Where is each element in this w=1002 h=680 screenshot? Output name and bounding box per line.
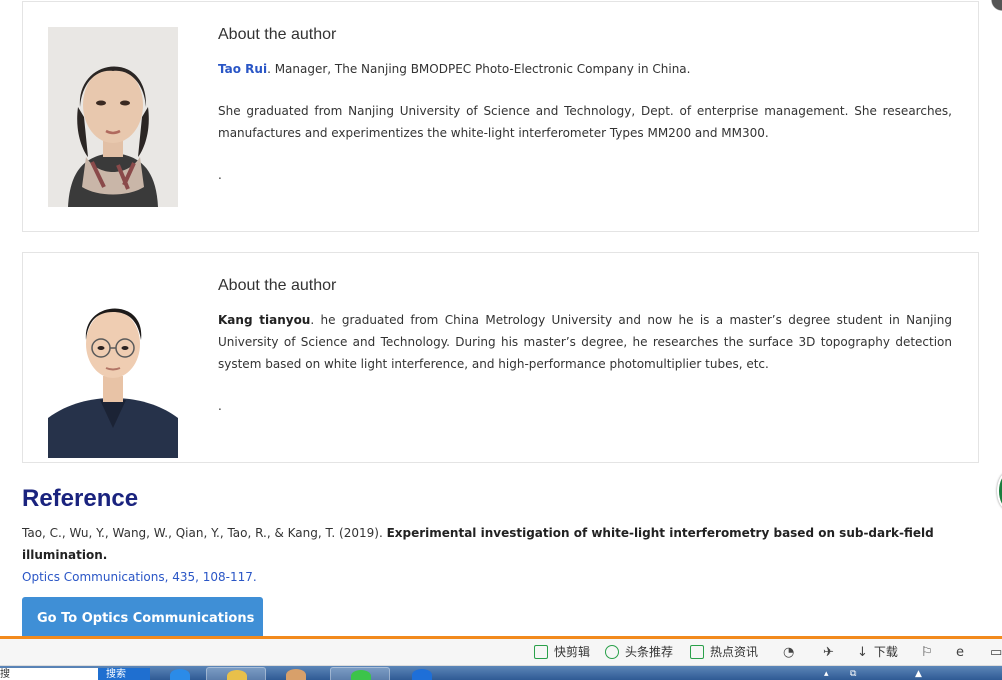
section-title: About the author xyxy=(218,277,337,294)
taskbar-search-input[interactable]: 搜 xyxy=(0,668,98,680)
ie-taskbar-icon[interactable] xyxy=(150,667,210,680)
author-portrait-image xyxy=(48,278,178,458)
go-to-journal-button[interactable]: Go To Optics Communications xyxy=(22,597,263,636)
author-bio: She graduated from Nanjing University of… xyxy=(218,104,952,140)
news-icon xyxy=(690,645,704,659)
reference-heading: Reference xyxy=(22,485,139,512)
tray-window-icon[interactable]: ⧉ xyxy=(850,669,856,679)
author-card-kang-tianyou: About the author Kang tianyou. he gradua… xyxy=(22,252,979,463)
status-item-news[interactable]: 热点资讯 xyxy=(690,643,758,661)
window-icon[interactable]: ▭ xyxy=(990,643,1002,661)
flag-icon[interactable]: ⚐ xyxy=(921,643,939,661)
pin-icon[interactable]: ✈ xyxy=(823,643,840,661)
status-item-download[interactable]: ↓ 下载 xyxy=(857,643,898,661)
author-photo xyxy=(48,278,178,458)
citation-authors: Tao, C., Wu, Y., Wang, W., Qian, Y., Tao… xyxy=(22,526,387,540)
status-item-kuaijianji[interactable]: 快剪辑 xyxy=(534,643,590,661)
download-icon: ↓ xyxy=(857,645,868,660)
status-item-toutiao[interactable]: 头条推荐 xyxy=(605,643,673,661)
author-card-tao-rui: About the author Tao Rui. Manager, The N… xyxy=(22,1,979,232)
ie-mode-icon[interactable]: e xyxy=(956,643,970,661)
author-intro: Tao Rui. Manager, The Nanjing BMODPEC Ph… xyxy=(218,62,691,76)
author-name-link[interactable]: Tao Rui xyxy=(218,62,267,76)
browser-status-bar: 快剪辑 头条推荐 热点资讯 ◔ ✈ ↓ 下载 ⚐ e ▭ xyxy=(0,639,1002,666)
author-photo xyxy=(48,27,178,207)
tray-icon[interactable]: ▴ xyxy=(824,669,829,679)
browser-taskbar-icon[interactable] xyxy=(330,667,390,680)
journal-suffix: . xyxy=(252,570,257,584)
circle-play-icon xyxy=(605,645,619,659)
author-intro: Kang tianyou. he graduated from China Me… xyxy=(218,313,952,371)
page-viewport: About the author Tao Rui. Manager, The N… xyxy=(0,0,1002,636)
author-info: About the author Kang tianyou. he gradua… xyxy=(218,277,952,417)
app2-taskbar-icon[interactable] xyxy=(392,667,452,680)
taskbar-search-button[interactable]: 搜索 xyxy=(98,668,150,680)
section-title: About the author xyxy=(218,26,337,43)
speed-icon[interactable]: ◔ xyxy=(783,643,800,661)
tray-network-icon[interactable]: ▲ xyxy=(915,669,922,679)
author-name: Kang tianyou xyxy=(218,313,311,327)
journal-link[interactable]: Optics Communications, 435, 108-117 xyxy=(22,570,253,584)
window-corner xyxy=(985,0,1002,12)
author-trailing: . xyxy=(218,399,222,413)
reference-citation: Tao, C., Wu, Y., Wang, W., Qian, Y., Tao… xyxy=(22,522,982,588)
windows-taskbar: 搜 搜索 ▴ ⧉ ▲ xyxy=(0,666,1002,680)
app-taskbar-icon[interactable] xyxy=(266,667,326,680)
explorer-taskbar-icon[interactable] xyxy=(206,667,266,680)
floating-widget-icon[interactable] xyxy=(997,472,1002,510)
author-info: About the author Tao Rui. Manager, The N… xyxy=(218,26,952,186)
author-trailing: . xyxy=(218,168,222,182)
play-icon xyxy=(534,645,548,659)
author-portrait-image xyxy=(48,27,178,207)
